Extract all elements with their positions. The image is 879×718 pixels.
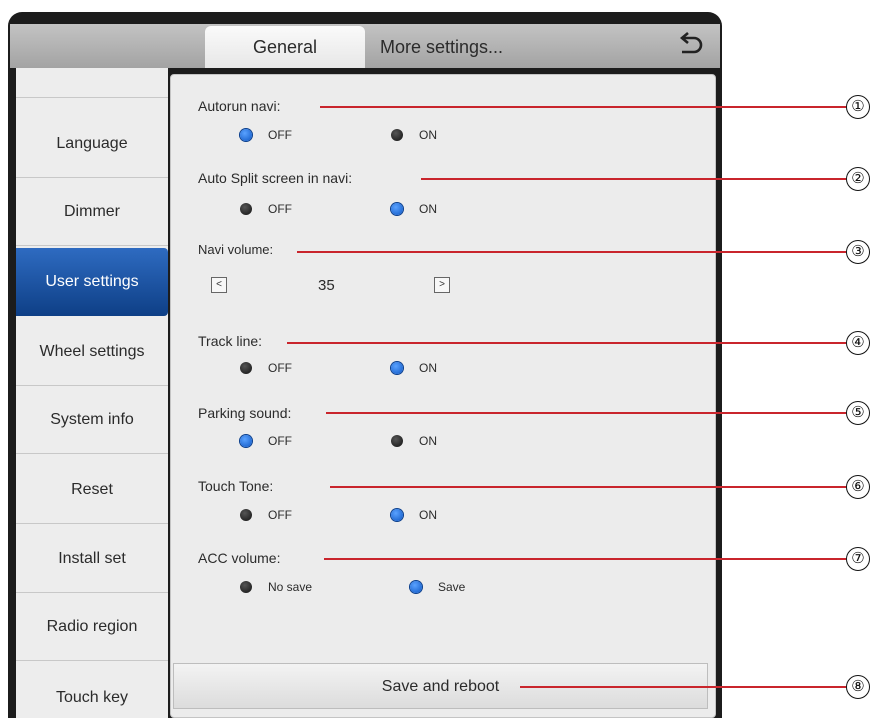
autorun-navi-off-label: OFF: [268, 128, 292, 142]
navi-volume-value: 35: [318, 277, 335, 294]
volume-increase-button[interactable]: >: [434, 277, 450, 293]
touch-tone-on-radio[interactable]: [391, 509, 403, 521]
callout-number-8: ⑧: [846, 675, 870, 699]
sidebar-item-language[interactable]: Language: [16, 110, 168, 178]
sidebar-item-radio-region[interactable]: Radio region: [16, 593, 168, 661]
sidebar-item-install-set[interactable]: Install set: [16, 525, 168, 593]
track-line-on-label: ON: [419, 361, 437, 375]
callout-number-3: ③: [846, 240, 870, 264]
sidebar-item-system-info[interactable]: System info: [16, 386, 168, 454]
autorun-navi-label: Autorun navi:: [198, 98, 281, 114]
sidebar-item-touch-key[interactable]: Touch key: [16, 664, 168, 718]
callout-line-3: [297, 251, 846, 253]
parking-sound-on-radio[interactable]: [391, 435, 403, 447]
touch-tone-on-label: ON: [419, 508, 437, 522]
auto-split-off-radio[interactable]: [240, 203, 252, 215]
callout-line-5: [326, 412, 846, 414]
callout-number-7: ⑦: [846, 547, 870, 571]
navi-volume-label: Navi volume:: [198, 242, 274, 257]
touch-tone-off-label: OFF: [268, 508, 292, 522]
parking-sound-off-radio[interactable]: [240, 435, 252, 447]
callout-number-4: ④: [846, 331, 870, 355]
autorun-navi-on-label: ON: [419, 128, 437, 142]
tab-general[interactable]: General: [205, 26, 365, 68]
sidebar: Date/time Language Dimmer User settings …: [16, 68, 168, 718]
autorun-navi-on-radio[interactable]: [391, 129, 403, 141]
track-line-on-radio[interactable]: [391, 362, 403, 374]
autorun-navi-off-radio[interactable]: [240, 129, 252, 141]
track-line-label: Track line:: [198, 333, 263, 349]
acc-volume-nosave-radio[interactable]: [240, 581, 252, 593]
callout-line-8: [520, 686, 846, 688]
sidebar-item-wheel-settings[interactable]: Wheel settings: [16, 318, 168, 386]
parking-sound-on-label: ON: [419, 434, 437, 448]
callout-line-1: [320, 106, 846, 108]
callout-number-6: ⑥: [846, 475, 870, 499]
auto-split-off-label: OFF: [268, 202, 292, 216]
callout-line-6: [330, 486, 846, 488]
callout-number-2: ②: [846, 167, 870, 191]
touch-tone-off-radio[interactable]: [240, 509, 252, 521]
parking-sound-label: Parking sound:: [198, 405, 292, 421]
callout-number-1: ①: [846, 95, 870, 119]
acc-volume-nosave-label: No save: [268, 580, 313, 594]
volume-decrease-button[interactable]: <: [211, 277, 227, 293]
sidebar-item-date-time[interactable]: Date/time: [16, 68, 168, 98]
tab-more-settings[interactable]: More settings...: [380, 26, 580, 68]
back-button[interactable]: [670, 24, 710, 68]
sidebar-item-dimmer[interactable]: Dimmer: [16, 178, 168, 246]
auto-split-on-label: ON: [419, 202, 437, 216]
acc-volume-save-label: Save: [438, 580, 466, 594]
track-line-off-radio[interactable]: [240, 362, 252, 374]
acc-volume-label: ACC volume:: [198, 550, 281, 566]
top-bar: [10, 24, 720, 68]
sidebar-item-user-settings[interactable]: User settings: [16, 248, 168, 316]
callout-line-2: [421, 178, 846, 180]
callout-line-7: [324, 558, 846, 560]
callout-line-4: [287, 342, 846, 344]
sidebar-item-reset[interactable]: Reset: [16, 456, 168, 524]
parking-sound-off-label: OFF: [268, 434, 292, 448]
track-line-off-label: OFF: [268, 361, 292, 375]
callout-number-5: ⑤: [846, 401, 870, 425]
back-arrow-icon: [679, 32, 703, 54]
touch-tone-label: Touch Tone:: [198, 478, 274, 494]
acc-volume-save-radio[interactable]: [410, 581, 422, 593]
auto-split-on-radio[interactable]: [391, 203, 403, 215]
auto-split-label: Auto Split screen in navi:: [198, 170, 353, 186]
